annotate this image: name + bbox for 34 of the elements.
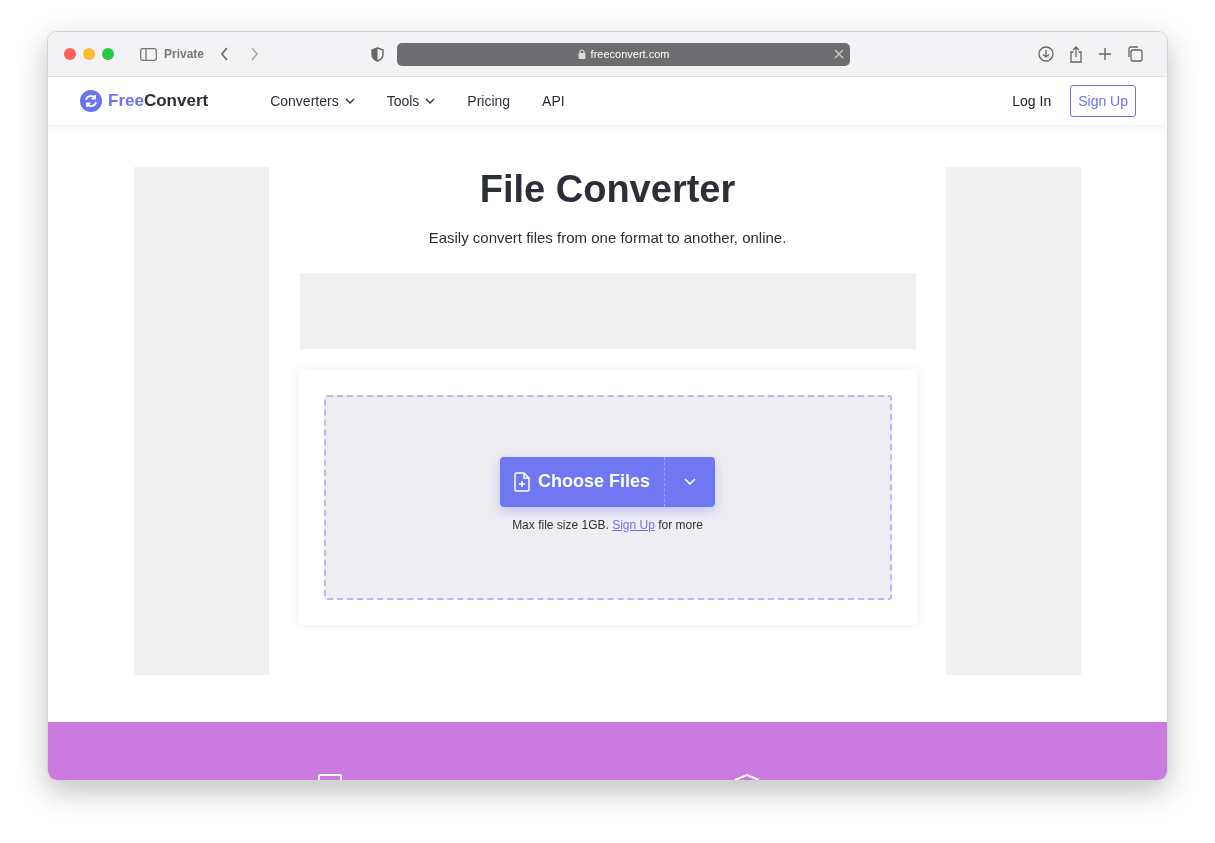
url-text: freeconvert.com [590,46,670,62]
sign-up-button[interactable]: Sign Up [1070,85,1136,117]
chevron-down-icon [425,98,436,104]
forward-icon[interactable] [250,47,260,61]
dropdown-button[interactable] [665,456,715,507]
private-label: Private [164,46,205,63]
nav-menu-button[interactable]: Tools [386,90,436,112]
log-in-link[interactable]: Log In [1012,90,1052,112]
shield-icon[interactable] [371,46,385,62]
download-icon[interactable] [1038,46,1054,62]
plus-icon[interactable] [1098,47,1112,61]
logo-icon[interactable] [80,90,102,112]
sidebar-icon[interactable] [140,47,157,61]
nav-link[interactable]: Pricing [467,90,511,112]
share-icon[interactable] [1069,45,1083,63]
maximize-window-icon[interactable] [102,48,114,60]
add-file-icon [514,471,530,492]
close-window-icon[interactable] [64,48,76,60]
brand-name[interactable]: FreeConvert [108,88,209,114]
page-subtitle: Easily convert files from one format to another, online. [428,228,787,248]
back-icon[interactable] [220,47,230,61]
choose-files-button[interactable]: Choose Files [500,456,665,507]
sign-up-link[interactable]: Sign Up [612,517,655,532]
chevron-down-icon [684,478,696,485]
tabs-overview-icon[interactable] [1127,46,1143,62]
page-title: File Converter [479,167,736,211]
nav-link[interactable]: API [542,90,565,112]
chevron-down-icon [344,98,355,104]
lock-icon [577,49,586,59]
address-bar[interactable]: freeconvert.com [397,42,851,66]
file-size-note: Max file size 1GB. Sign Up for more [512,516,703,534]
clear-icon[interactable] [834,48,845,59]
nav-menu-button[interactable]: Converters [270,90,355,112]
drop-zone[interactable]: Choose Files Max file size 1GB. Sign Up for more [323,394,892,600]
